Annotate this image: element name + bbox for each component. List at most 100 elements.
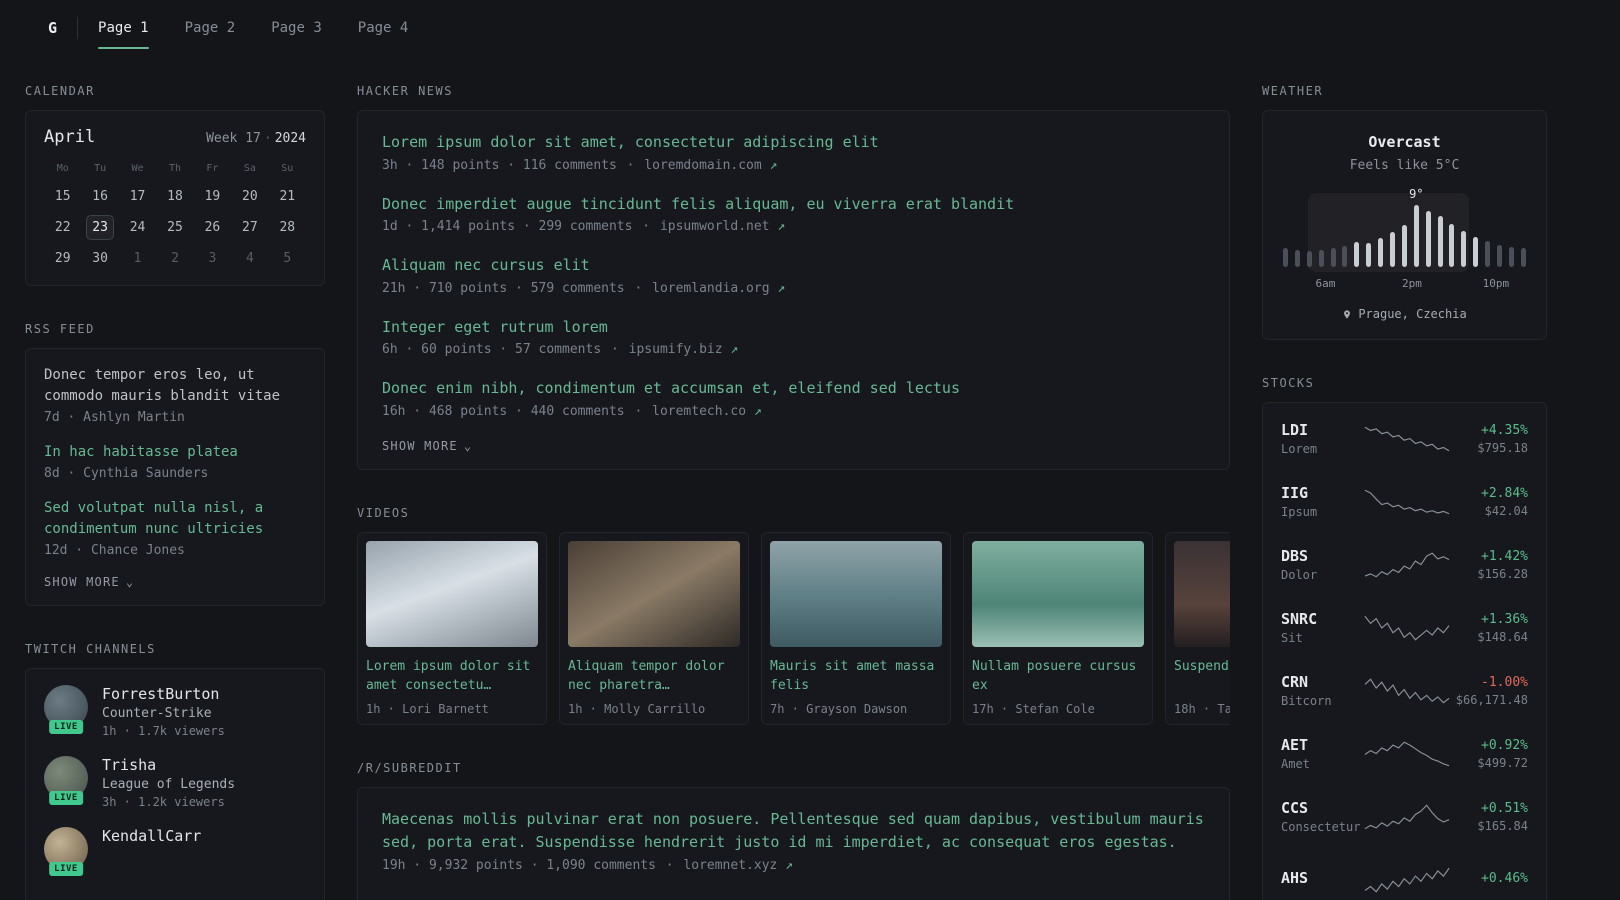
stock-row[interactable]: AET Amet +0.92% $499.72 (1281, 722, 1528, 785)
video-card[interactable]: Suspendisse diam 18h · Tara (1165, 531, 1230, 725)
rss-show-more-button[interactable]: SHOW MORE ⌄ (44, 575, 306, 589)
stock-row[interactable]: DBS Dolor +1.42% $156.28 (1281, 533, 1528, 596)
hn-item-title[interactable]: Lorem ipsum dolor sit amet, consectetur … (382, 131, 1205, 154)
stock-row[interactable]: SNRC Sit +1.36% $148.64 (1281, 596, 1528, 659)
twitch-channel[interactable]: LIVE ForrestBurton Counter-Strike 1h · 1… (44, 685, 306, 738)
rss-item-meta: 7d · Ashlyn Martin (44, 410, 185, 425)
stocks-card: LDI Lorem +4.35% $795.18 IIG Ipsum +2.84… (1262, 402, 1547, 900)
tab-page-3[interactable]: Page 3 (271, 0, 322, 56)
stock-change: +1.42% (1481, 548, 1528, 564)
weather-location-label: Prague, Czechia (1358, 307, 1467, 321)
calendar-year: 2024 (274, 131, 306, 146)
hn-item-meta: 3h · 148 points · 116 comments · loremdo… (382, 158, 1205, 173)
section-title-rss: RSS FEED (25, 322, 95, 336)
video-title: Lorem ipsum dolor sit amet consectetu… (366, 658, 531, 694)
subreddit-post-title[interactable]: Maecenas mollis pulvinar erat non posuer… (382, 808, 1205, 855)
stock-sparkline (1364, 615, 1450, 641)
stock-change: +0.92% (1481, 737, 1528, 753)
stock-price: $148.64 (1477, 629, 1528, 644)
tab-page-1[interactable]: Page 1 (98, 0, 149, 56)
dot-separator: · (610, 342, 619, 357)
stock-row[interactable]: CCS Consectetur +0.51% $165.84 (1281, 785, 1528, 848)
stock-id: DBS Dolor (1281, 547, 1363, 582)
hn-item-title[interactable]: Donec enim nibh, condimentum et accumsan… (382, 377, 1205, 400)
external-link-icon: ↗ (753, 403, 762, 419)
channel-name: Trisha (102, 756, 157, 774)
dot-separator: · (665, 858, 674, 873)
subreddit-post: Maecenas mollis pulvinar erat non posuer… (382, 808, 1205, 874)
video-card[interactable]: Mauris sit amet massa felis 7h · Grayson… (761, 531, 951, 725)
rss-item-title[interactable]: Donec tempor eros leo, ut commodo mauris… (44, 365, 306, 407)
time-label: 6am (1315, 277, 1336, 290)
hn-item-title[interactable]: Donec imperdiet augue tincidunt felis al… (382, 193, 1205, 216)
stock-change: +1.36% (1481, 611, 1528, 627)
stock-row[interactable]: AHS +0.46% (1281, 848, 1528, 900)
video-title: Suspendisse diam (1174, 658, 1230, 674)
twitch-channel[interactable]: LIVE Trisha League of Legends 3h · 1.2k … (44, 756, 306, 809)
calendar-day-selected: 23 (86, 215, 114, 240)
subreddit-post-domain[interactable]: loremnet.xyz (683, 858, 777, 873)
hn-item-domain[interactable]: loremtech.co (652, 404, 746, 419)
video-meta: 7h · Grayson Dawson (770, 701, 908, 716)
calendar-day-next-month: 2 (171, 251, 179, 266)
hn-item-meta: 16h · 468 points · 440 comments · loremt… (382, 404, 1205, 419)
stock-row[interactable]: CRN Bitcorn -1.00% $66,171.48 (1281, 659, 1528, 722)
video-card[interactable]: Aliquam tempor dolor nec pharetra… 1h · … (559, 531, 749, 725)
app-logo[interactable]: G (48, 19, 57, 37)
hn-item-stats: 21h · 710 points · 579 comments (382, 280, 625, 296)
tab-page-2[interactable]: Page 2 (185, 0, 236, 56)
video-card[interactable]: Lorem ipsum dolor sit amet consectetu… 1… (357, 531, 547, 725)
video-title: Aliquam tempor dolor nec pharetra… (568, 658, 725, 694)
stock-values: +0.46% (1451, 871, 1528, 889)
channel-viewers: 1h · 1.7k viewers (102, 724, 225, 738)
stock-values: +1.36% $148.64 (1451, 612, 1528, 644)
hn-item-domain[interactable]: ipsumworld.net (660, 219, 770, 234)
tab-page-4[interactable]: Page 4 (358, 0, 409, 56)
hn-item-title[interactable]: Aliquam nec cursus elit (382, 254, 1205, 277)
stock-row[interactable]: LDI Lorem +4.35% $795.18 (1281, 407, 1528, 470)
channel-info: ForrestBurton Counter-Strike 1h · 1.7k v… (102, 685, 225, 738)
hn-item-domain[interactable]: loremlandia.org (652, 281, 769, 296)
video-thumbnail (568, 540, 740, 647)
stock-name: Consectetur (1281, 820, 1361, 834)
calendar-dow: Sa (243, 163, 256, 174)
stock-id: SNRC Sit (1281, 610, 1363, 645)
live-badge: LIVE (49, 720, 83, 734)
hn-show-more-button[interactable]: SHOW MORE ⌄ (382, 439, 1205, 453)
rss-item-title[interactable]: In hac habitasse platea (44, 442, 306, 463)
calendar-day: 28 (279, 220, 296, 235)
avatar: LIVE (44, 827, 88, 876)
video-meta: 17h · Stefan Cole (972, 701, 1095, 716)
chevron-down-icon: ⌄ (125, 575, 135, 589)
calendar-day: 15 (54, 189, 71, 204)
section-title-weather: WEATHER (1262, 84, 1324, 98)
stock-sparkline (1364, 741, 1450, 766)
calendar-day: 29 (54, 251, 71, 266)
dot-separator: · (626, 157, 635, 173)
stock-price: $499.72 (1477, 755, 1528, 770)
hn-item-title[interactable]: Integer eget rutrum lorem (382, 316, 1205, 339)
section-title-calendar: CALENDAR (25, 84, 95, 98)
calendar-day-next-month: 5 (283, 251, 292, 266)
calendar-day: 22 (54, 220, 71, 235)
rss-item-title[interactable]: Sed volutpat nulla nisl, a condimentum n… (44, 498, 306, 540)
stock-price: $795.18 (1477, 440, 1528, 455)
stock-ticker: IIG (1281, 484, 1309, 502)
stock-ticker: SNRC (1281, 610, 1318, 628)
hn-item: Donec enim nibh, condimentum et accumsan… (382, 377, 1205, 419)
dot-separator: · (642, 219, 651, 234)
rss-card: Donec tempor eros leo, ut commodo mauris… (25, 348, 325, 606)
stock-values: -1.00% $66,171.48 (1451, 675, 1528, 707)
twitch-channel[interactable]: LIVE KendallCarr (44, 827, 306, 876)
center-column: HACKER NEWS Lorem ipsum dolor sit amet, … (357, 84, 1230, 900)
stock-row[interactable]: IIG Ipsum +2.84% $42.04 (1281, 470, 1528, 533)
video-card[interactable]: Nullam posuere cursus ex 17h · Stefan Co… (963, 531, 1153, 725)
stock-sparkline (1364, 489, 1450, 514)
weather-condition: Overcast (1368, 133, 1441, 151)
stock-sparkline (1364, 867, 1450, 893)
video-title: Nullam posuere cursus ex (972, 658, 1137, 694)
chevron-down-icon: ⌄ (463, 438, 473, 453)
hn-item-domain[interactable]: loremdomain.com (644, 158, 761, 173)
hn-item-domain[interactable]: ipsumify.biz (629, 342, 723, 357)
stock-name: Amet (1281, 757, 1310, 771)
